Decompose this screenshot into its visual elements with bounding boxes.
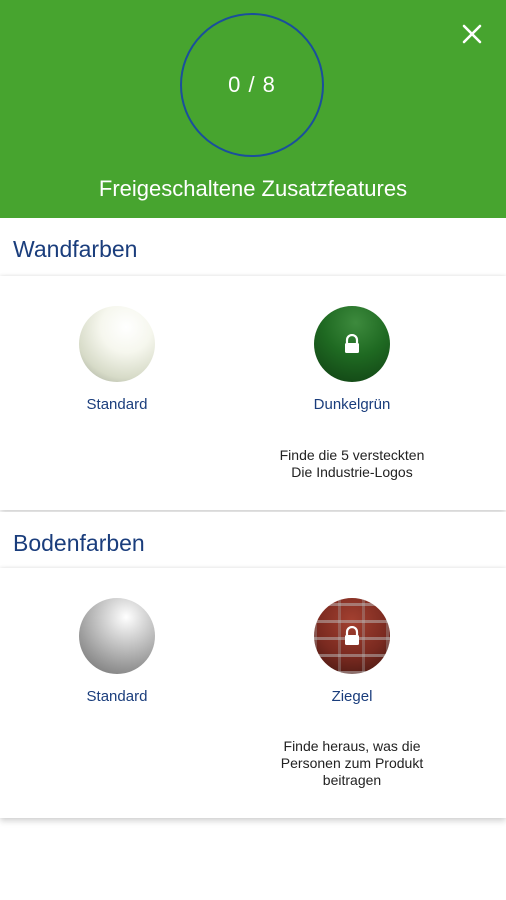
section-header-wandfarben: Wandfarben	[0, 218, 506, 274]
option-label: Standard	[86, 688, 148, 705]
progress-ring: 0 / 8	[180, 13, 324, 157]
option-label: Dunkelgrün	[313, 396, 391, 413]
close-button[interactable]	[458, 20, 486, 48]
option-floor-ziegel[interactable]: Ziegel	[262, 598, 442, 705]
lock-icon	[345, 334, 359, 353]
option-floor-standard[interactable]: Standard	[27, 598, 207, 705]
unlock-hint: Finde heraus, was die Personen zum Produ…	[232, 738, 472, 789]
option-wall-dunkelgruen[interactable]: Dunkelgrün	[262, 306, 442, 413]
close-icon	[462, 24, 482, 44]
section-title: Wandfarben	[13, 236, 138, 262]
section-card-bodenfarben: Standard Ziegel Finde heraus, was die Pe…	[0, 568, 506, 818]
header: 0 / 8 Freigeschaltene Zusatzfeatures	[0, 0, 506, 218]
option-wall-standard[interactable]: Standard	[27, 306, 207, 413]
progress-counter: 0 / 8	[228, 72, 276, 97]
color-swatch	[314, 306, 390, 382]
hint-line: Finde die 5 versteckten Die Industrie-Lo…	[279, 447, 425, 480]
section-header-bodenfarben: Bodenfarben	[0, 512, 506, 568]
option-label: Ziegel	[331, 688, 373, 705]
color-swatch	[79, 306, 155, 382]
hint-line: Finde heraus, was die Personen zum Produ…	[280, 738, 424, 788]
section-title: Bodenfarben	[13, 530, 145, 556]
color-swatch	[79, 598, 155, 674]
option-label: Standard	[86, 396, 148, 413]
unlock-hint: Finde die 5 versteckten Die Industrie-Lo…	[232, 447, 472, 481]
section-card-wandfarben: Standard Dunkelgrün Finde die 5 versteck…	[0, 276, 506, 510]
color-swatch	[314, 598, 390, 674]
lock-icon	[345, 626, 359, 645]
page-title: Freigeschaltene Zusatzfeatures	[98, 176, 408, 201]
